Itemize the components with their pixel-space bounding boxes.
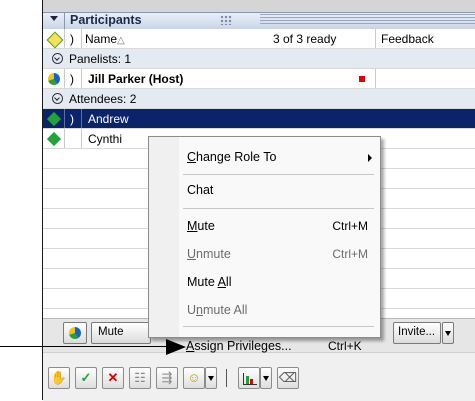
shortcut-assign-privileges: Ctrl+K <box>328 339 362 353</box>
menu-item-unmute-all[interactable]: Unmute All <box>187 303 247 317</box>
hand-icon: ) <box>70 72 74 86</box>
check-icon: ✓ <box>80 370 92 385</box>
slow-down-button[interactable]: ☷ <box>129 367 151 389</box>
globe-button[interactable] <box>63 322 87 344</box>
eraser-icon: ⌫ <box>278 370 298 385</box>
group-label: Panelists: 1 <box>69 52 132 66</box>
toolbar-divider <box>226 369 227 387</box>
menu-item-mute[interactable]: Mute <box>187 219 215 233</box>
x-icon: ✕ <box>107 370 119 385</box>
group-label: Attendees: 2 <box>69 92 137 106</box>
chevron-down-icon <box>263 376 269 381</box>
poll-results-button[interactable] <box>238 367 260 389</box>
hand-icon: ✋ <box>50 370 68 385</box>
speed-icon: ⇶ <box>161 370 173 385</box>
participant-name: Jill Parker (Host) <box>88 72 184 86</box>
callout-arrowhead <box>166 339 186 355</box>
raise-hand-button[interactable]: ✋ <box>48 367 70 389</box>
menu-separator <box>183 208 374 209</box>
menu-item-change-role[interactable]: Change Role To <box>187 150 276 164</box>
emoticon-button[interactable]: ☺ <box>183 367 205 389</box>
invite-dropdown-button[interactable] <box>442 322 454 344</box>
bar-chart-icon <box>243 373 257 385</box>
globe-icon <box>48 73 60 85</box>
menu-separator <box>183 326 374 327</box>
panel-top-strip <box>43 0 475 12</box>
clear-feedback-button[interactable]: ⌫ <box>277 367 299 389</box>
participant-name: Cynthi <box>88 132 123 146</box>
menu-item-mute-all[interactable]: Mute All <box>187 275 231 289</box>
collapse-chevron-icon[interactable] <box>52 93 63 104</box>
shortcut-mute: Ctrl+M <box>332 219 368 233</box>
menu-gutter <box>149 137 179 337</box>
invite-button[interactable]: Invite... <box>393 322 441 344</box>
emoticon-icon: ☺ <box>187 370 201 385</box>
hand-icon: ) <box>70 32 74 46</box>
speed-up-button[interactable]: ⇶ <box>156 367 178 389</box>
mute-button[interactable]: Mute <box>91 322 151 344</box>
group-header-attendees[interactable]: Attendees: 2 <box>43 89 475 109</box>
globe-icon <box>69 327 81 339</box>
context-menu: Change Role To Chat Mute Ctrl+M Unmute C… <box>148 136 381 338</box>
titlebar-drag-lines[interactable] <box>260 14 475 26</box>
menu-item-assign-privileges[interactable]: Assign Privileges... <box>186 339 292 353</box>
panel-title: Participants <box>70 13 142 27</box>
ready-status: 3 of 3 ready <box>273 32 337 46</box>
collapse-arrow-icon[interactable] <box>50 16 58 21</box>
column-header-row: ) Name△ 3 of 3 ready Feedback <box>43 29 475 49</box>
green-diamond-icon <box>46 111 62 127</box>
slow-icon: ☷ <box>134 370 146 385</box>
callout-line <box>0 346 168 347</box>
menu-item-unmute[interactable]: Unmute <box>187 247 231 261</box>
feedback-column-header[interactable]: Feedback <box>381 32 434 46</box>
submenu-arrow-icon <box>368 154 372 162</box>
recording-indicator-icon <box>359 76 365 82</box>
titlebar-divider <box>64 12 65 29</box>
hand-icon: ) <box>70 112 74 126</box>
participant-name: Andrew <box>88 112 129 126</box>
no-button[interactable]: ✕ <box>102 367 124 389</box>
participant-row[interactable]: ) Jill Parker (Host) <box>43 69 475 89</box>
chevron-down-icon <box>208 376 214 381</box>
participant-row-selected[interactable]: ) Andrew <box>43 109 475 129</box>
menu-item-chat[interactable]: Chat <box>187 183 213 197</box>
menu-separator <box>183 174 374 175</box>
group-header-panelists[interactable]: Panelists: 1 <box>43 49 475 69</box>
name-column-header[interactable]: Name△ <box>85 32 125 46</box>
yes-button[interactable]: ✓ <box>75 367 97 389</box>
emoticon-dropdown[interactable] <box>205 367 217 389</box>
sort-ascending-icon: △ <box>117 35 125 46</box>
chevron-down-icon <box>445 331 451 336</box>
grip-icon[interactable] <box>220 15 232 25</box>
green-diamond-icon <box>46 131 62 147</box>
shortcut-unmute: Ctrl+M <box>332 247 368 261</box>
collapse-chevron-icon[interactable] <box>52 53 63 64</box>
poll-dropdown[interactable] <box>260 367 272 389</box>
yellow-diamond-icon <box>46 31 64 49</box>
